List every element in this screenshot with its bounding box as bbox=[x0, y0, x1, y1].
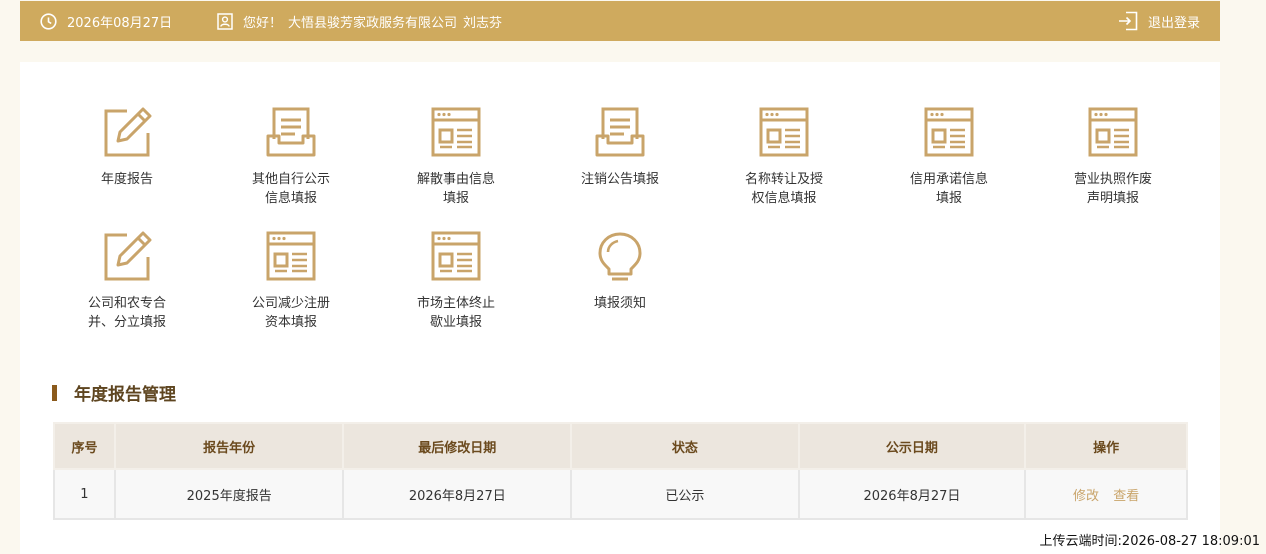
user-name: 刘志芬 bbox=[463, 16, 503, 31]
user-card-icon bbox=[217, 13, 233, 30]
cell-actions: 修改 查看 bbox=[1024, 468, 1188, 520]
upload-time: 上传云端时间:2026-08-27 18:09:01 bbox=[1039, 534, 1260, 549]
form-window-icon bbox=[759, 107, 809, 157]
column-header: 操作 bbox=[1024, 422, 1188, 470]
tile-label: 营业执照作废 声明填报 bbox=[1073, 172, 1152, 206]
edit-icon bbox=[104, 231, 152, 281]
user-greeting: 您好！ 大悟县骏芳家政服务有限公司 刘志芬 bbox=[217, 12, 502, 31]
edit-link[interactable]: 修改 bbox=[1073, 489, 1099, 504]
lightbulb-icon bbox=[598, 232, 642, 281]
annual-report-table: 序号 报告年份 最后修改日期 状态 公示日期 操作 1 2025年度报告 202… bbox=[53, 422, 1188, 520]
logout-label: 退出登录 bbox=[1147, 15, 1200, 31]
section-title: 年度报告管理 bbox=[52, 380, 176, 405]
date-display: 2026年08月27日 bbox=[40, 12, 172, 31]
tile-label: 名称转让及授 权信息填报 bbox=[744, 172, 823, 206]
tile-label: 信用承诺信息 填报 bbox=[909, 172, 988, 206]
tile-license-void[interactable]: 营业执照作废 声明填报 bbox=[1048, 106, 1178, 208]
tile-filing-notes[interactable]: 填报须知 bbox=[555, 230, 685, 313]
logout-button[interactable]: 退出登录 bbox=[1118, 11, 1200, 31]
company-name: 大悟县骏芳家政服务有限公司 bbox=[288, 16, 458, 31]
section-marker bbox=[52, 384, 57, 401]
main-panel: 年度报告 其他自行公示 信息填报 解散事由信息 填报 注销公告填报 名称转让及授… bbox=[20, 62, 1220, 554]
column-header: 最后修改日期 bbox=[342, 422, 573, 470]
cell-modified-date: 2026年8月27日 bbox=[342, 468, 573, 520]
tile-label: 年度报告 bbox=[100, 172, 153, 187]
tile-label: 注销公告填报 bbox=[580, 172, 659, 187]
tile-credit-commitment[interactable]: 信用承诺信息 填报 bbox=[884, 106, 1014, 208]
document-tray-icon bbox=[595, 107, 645, 157]
form-window-icon bbox=[266, 231, 316, 281]
form-window-icon bbox=[431, 231, 481, 281]
column-header: 状态 bbox=[570, 422, 800, 470]
cell-report-year: 2025年度报告 bbox=[113, 468, 345, 520]
tile-label: 公司减少注册 资本填报 bbox=[251, 296, 330, 330]
cell-status: 已公示 bbox=[570, 468, 800, 520]
document-tray-icon bbox=[266, 107, 316, 157]
tile-label: 市场主体终止 歇业填报 bbox=[416, 296, 495, 330]
edit-icon bbox=[104, 107, 152, 157]
logout-icon bbox=[1118, 11, 1138, 31]
table-header-row: 序号 报告年份 最后修改日期 状态 公示日期 操作 bbox=[53, 422, 1188, 470]
tile-annual-report[interactable]: 年度报告 bbox=[62, 106, 192, 189]
tile-label: 其他自行公示 信息填报 bbox=[251, 172, 330, 206]
form-window-icon bbox=[431, 107, 481, 157]
tile-name-transfer[interactable]: 名称转让及授 权信息填报 bbox=[719, 106, 849, 208]
view-link[interactable]: 查看 bbox=[1113, 489, 1139, 504]
tile-merger-split[interactable]: 公司和农专合 并、分立填报 bbox=[62, 230, 192, 332]
section-title-text: 年度报告管理 bbox=[74, 385, 176, 405]
column-header: 公示日期 bbox=[797, 422, 1027, 470]
tile-label: 填报须知 bbox=[593, 296, 646, 311]
tile-cancellation-notice[interactable]: 注销公告填报 bbox=[555, 106, 685, 189]
column-header: 报告年份 bbox=[113, 422, 345, 470]
tile-capital-reduction[interactable]: 公司减少注册 资本填报 bbox=[226, 230, 356, 332]
clock-icon bbox=[40, 13, 57, 30]
form-window-icon bbox=[924, 107, 974, 157]
cell-publish-date: 2026年8月27日 bbox=[797, 468, 1027, 520]
date-text: 2026年08月27日 bbox=[67, 16, 173, 31]
top-bar: 2026年08月27日 您好！ 大悟县骏芳家政服务有限公司 刘志芬 退出登录 bbox=[20, 1, 1220, 41]
table-row: 1 2025年度报告 2026年8月27日 已公示 2026年8月27日 修改 … bbox=[53, 468, 1188, 520]
form-window-icon bbox=[1088, 107, 1138, 157]
tile-other-disclosure[interactable]: 其他自行公示 信息填报 bbox=[226, 106, 356, 208]
tile-label: 公司和农专合 并、分立填报 bbox=[87, 296, 166, 330]
tile-termination-suspension[interactable]: 市场主体终止 歇业填报 bbox=[391, 230, 521, 332]
greeting-text: 您好！ bbox=[243, 16, 283, 31]
tile-dissolution-info[interactable]: 解散事由信息 填报 bbox=[391, 106, 521, 208]
cell-number: 1 bbox=[53, 468, 116, 520]
tile-label: 解散事由信息 填报 bbox=[416, 172, 495, 206]
column-header: 序号 bbox=[53, 422, 116, 470]
